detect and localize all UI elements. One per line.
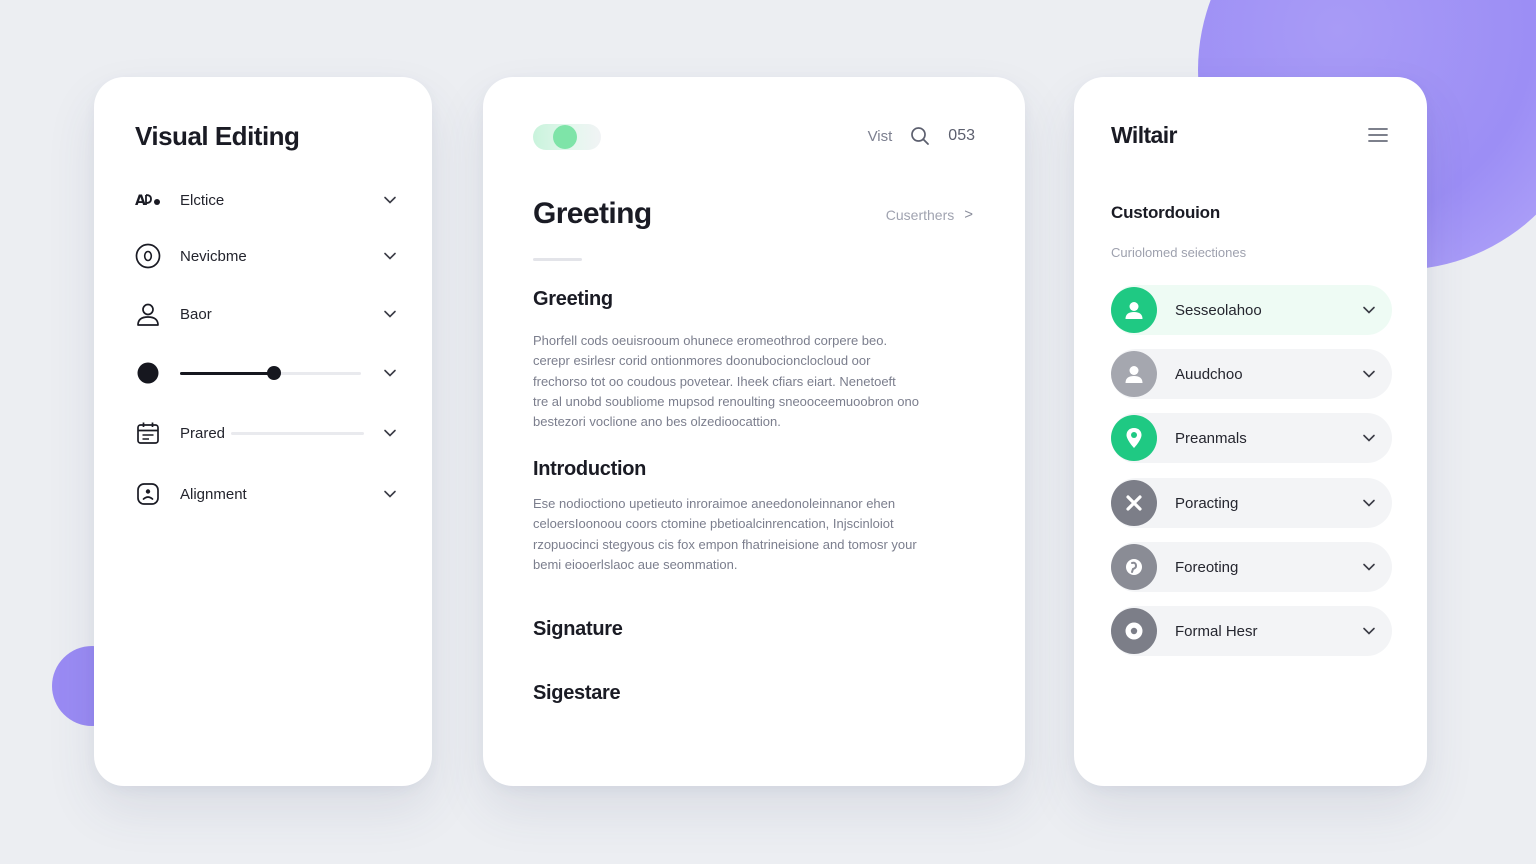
selection-label: Poracting (1175, 494, 1239, 512)
user-icon (1111, 351, 1157, 397)
editor-row-nevicbme[interactable]: Nevicbme (135, 241, 397, 271)
slider-handle[interactable] (267, 366, 282, 380)
editor-row-label: Elctice (180, 191, 225, 209)
editor-row-slider[interactable] (135, 358, 397, 388)
pin-icon (1111, 544, 1157, 590)
chevron-down-icon[interactable] (1362, 303, 1376, 317)
paragraph-line: frechorso tot oo coudous povetear. Iheek… (533, 373, 896, 389)
paragraph-line: cerepr esirlesr corid ontionmores doonub… (533, 353, 871, 369)
chevron-down-icon[interactable] (383, 307, 397, 321)
user-icon (135, 301, 161, 327)
user-icon (1111, 287, 1157, 333)
selection-label: Preanmals (1175, 429, 1247, 447)
face-icon (135, 481, 161, 507)
close-icon (1111, 480, 1157, 526)
selection-item-foreoting[interactable]: Foreoting (1111, 542, 1392, 592)
paragraph-line: Phorfell cods oeuisrooum ohunece eromeot… (533, 333, 888, 348)
editor-row-label: Baor (180, 305, 212, 323)
document-panel: Vist 053 Greeting Cuserthers > Greeting … (483, 77, 1025, 786)
record-icon (1111, 608, 1157, 654)
chevron-down-icon[interactable] (1362, 624, 1376, 638)
selection-label: Formal Hesr (1175, 622, 1258, 640)
font-style-icon: A (135, 187, 161, 213)
dot-icon (135, 360, 161, 386)
editor-row-baor[interactable]: Baor (135, 299, 397, 329)
progress-track (231, 431, 365, 435)
visual-editing-panel: Visual Editing A Elctice Nevicbme Baor P… (94, 77, 432, 786)
breadcrumb-label: Cuserthers (885, 206, 955, 223)
section-heading-greeting: Greeting (533, 288, 613, 310)
title-divider (533, 258, 582, 261)
circle-o-icon (135, 243, 161, 269)
chevron-down-icon[interactable] (383, 487, 397, 501)
introduction-paragraph: Ese nodioctiono upetieuto inroraimoe ane… (533, 494, 969, 575)
section-heading-signature: Signature (533, 618, 623, 640)
paragraph-line: rzopuocinci stegyous cis fox empon fhatr… (533, 536, 917, 552)
editor-row-label: Alignment (180, 485, 247, 503)
chevron-down-icon[interactable] (1362, 367, 1376, 381)
editor-row-alignment[interactable]: Alignment (135, 479, 397, 509)
chevron-down-icon[interactable] (383, 193, 397, 207)
chevron-right-icon: > (964, 206, 973, 223)
panel-title: Visual Editing (135, 121, 300, 151)
paragraph-line: tre al unobd soubliome mupsod renoulting… (533, 393, 919, 409)
value-slider[interactable] (180, 366, 361, 380)
page-title: Greeting (533, 197, 652, 230)
section-heading-sigestare: Sigestare (533, 682, 621, 704)
calendar-icon (135, 420, 161, 446)
chevron-down-icon[interactable] (383, 426, 397, 440)
editor-row-label: Nevicbme (180, 247, 247, 265)
paragraph-line: bemi eiooerlslaoc aue seommation. (533, 556, 738, 572)
panel-title: Wiltair (1111, 122, 1177, 148)
selection-item-sesseolahoo[interactable]: Sesseolahoo (1111, 285, 1392, 335)
selection-item-formal-hesr[interactable]: Formal Hesr (1111, 606, 1392, 656)
customization-panel: Wiltair Custordouion Curiolomed seiectio… (1074, 77, 1427, 786)
selection-label: Auudchoo (1175, 365, 1243, 383)
chevron-down-icon[interactable] (1362, 431, 1376, 445)
search-icon[interactable] (910, 126, 930, 146)
editor-row-prared[interactable]: Prared (135, 418, 397, 448)
toggle-knob (553, 125, 577, 149)
chevron-down-icon[interactable] (1362, 560, 1376, 574)
document-toolbar: Vist 053 (868, 126, 975, 146)
toggle-switch[interactable] (533, 124, 601, 150)
greeting-paragraph: Phorfell cods oeuisrooum ohunece eromeot… (533, 331, 969, 432)
paragraph-line: celoersIoonoou coors ctomine pbetioalcin… (533, 516, 894, 532)
chevron-down-icon[interactable] (383, 366, 397, 380)
editor-row-label: Prared (180, 424, 226, 442)
svg-text:A: A (135, 193, 146, 209)
selection-item-auudchoo[interactable]: Auudchoo (1111, 349, 1392, 399)
chevron-down-icon[interactable] (1362, 496, 1376, 510)
selection-item-poracting[interactable]: Poracting (1111, 478, 1392, 528)
selection-item-preanmals[interactable]: Preanmals (1111, 413, 1392, 463)
editor-row-elctice[interactable]: A Elctice (135, 185, 397, 215)
section-heading-introduction: Introduction (533, 458, 647, 480)
selection-label: Sesseolahoo (1175, 301, 1262, 319)
paragraph-line: bestezori voclione ano bes olzedioocatti… (533, 414, 781, 430)
chevron-down-icon[interactable] (383, 249, 397, 263)
slider-fill (180, 372, 275, 375)
hamburger-menu-icon[interactable] (1368, 127, 1388, 143)
section-description: Curiolomed seiectiones (1111, 245, 1247, 260)
selection-label: Foreoting (1175, 558, 1239, 576)
section-title: Custordouion (1111, 203, 1221, 222)
count-value: 053 (948, 127, 975, 144)
paragraph-line: Ese nodioctiono upetieuto inroraimoe ane… (533, 496, 896, 511)
vist-link[interactable]: Vist (868, 128, 893, 145)
location-pin-icon (1111, 415, 1157, 461)
breadcrumb[interactable]: Cuserthers > (886, 206, 973, 223)
